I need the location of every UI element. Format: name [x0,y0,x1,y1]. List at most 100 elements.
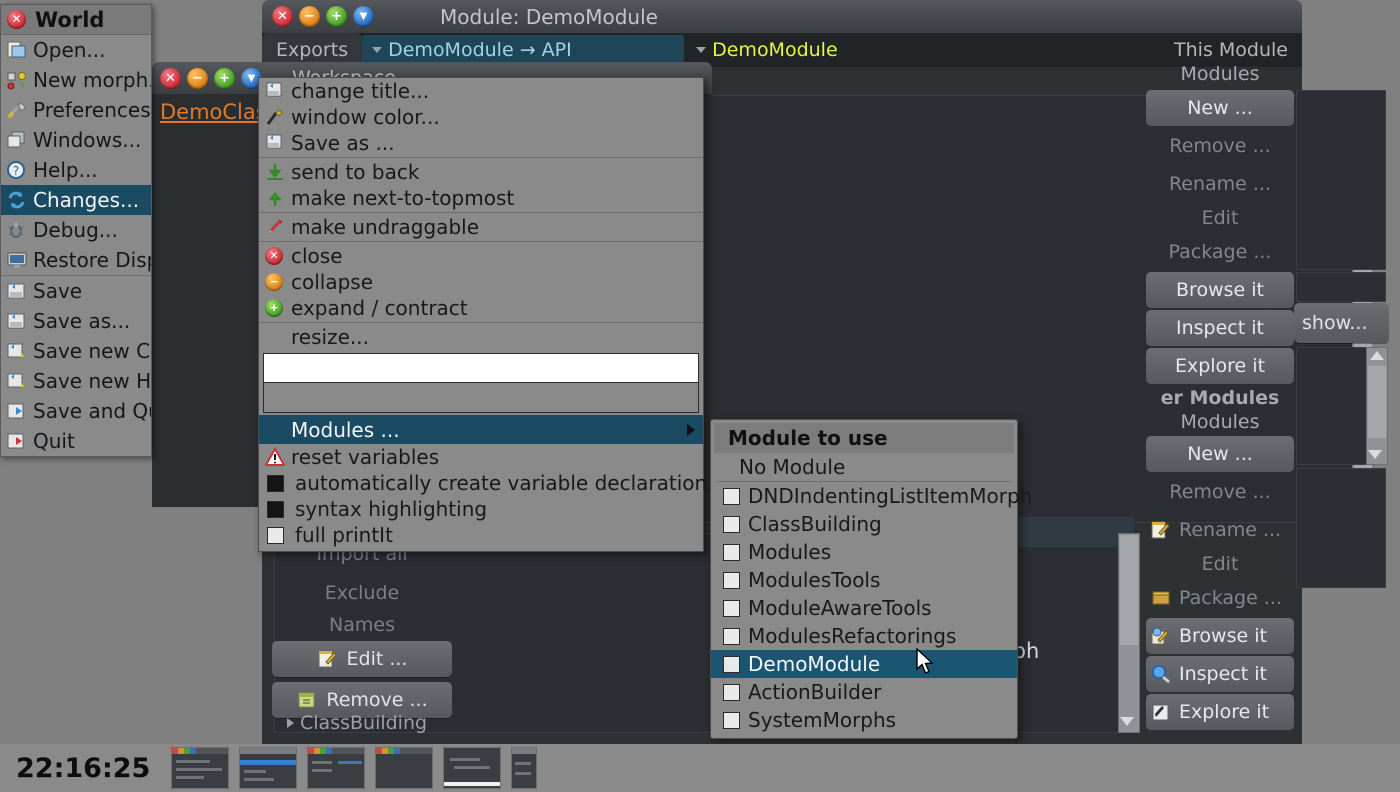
scrollbar-thumb[interactable] [1120,535,1138,645]
modules-inspect-button-1[interactable]: Inspect it [1146,310,1294,346]
tree-item-classbuilding[interactable]: ClassBuilding [287,712,427,734]
submenu-item-actionbuilder[interactable]: ActionBuilder [711,678,1017,706]
ctx-close[interactable]: ✕ close [259,243,703,269]
scroll-down-icon[interactable] [1120,717,1134,726]
submenu-item-modules[interactable]: Modules [711,538,1017,566]
world-menu-item-save-and-quit[interactable]: Save and Qu [1,396,151,426]
scroll-up-icon[interactable] [1370,351,1384,360]
checkbox-unchecked-icon[interactable] [723,599,740,617]
modules-package-button-2[interactable]: Package ... [1146,580,1294,616]
ctx-secondary-field[interactable] [263,383,699,413]
world-menu-item-debug[interactable]: Debug... [1,215,151,245]
modules-remove-button-1[interactable]: Remove ... [1146,128,1294,164]
modules-rename-button-1[interactable]: Rename ... [1146,166,1294,202]
checkbox-unchecked-icon[interactable] [723,627,740,645]
ctx-window-color[interactable]: window color... [259,104,703,130]
expand-button[interactable]: + [326,6,347,27]
modules-new-button-2[interactable]: New ... [1146,436,1294,472]
modules-browse-button-2[interactable]: Browse it [1146,618,1294,654]
right-side-panel-bottom[interactable] [1296,468,1386,588]
submenu-item-modulestools[interactable]: ModulesTools [711,566,1017,594]
world-menu-item-new-morph[interactable]: New morph... [1,65,151,95]
world-menu-item-save-as[interactable]: Save as... [1,306,151,336]
checkbox-unchecked-icon[interactable] [723,543,740,561]
modules-inspect-button-2[interactable]: Inspect it [1146,656,1294,692]
ctx-send-to-back[interactable]: send to back [259,159,703,185]
ctx-collapse[interactable]: − collapse [259,269,703,295]
submenu-no-module[interactable]: No Module [711,453,1017,481]
world-menu-item-save-new-cu[interactable]: Save new Cu [1,336,151,366]
ctx-auto-create-var-decl[interactable]: automatically create variable declaratio… [259,470,707,496]
ctx-save-as[interactable]: Save as ... [259,130,703,156]
submenu-item-modulesrefactorings[interactable]: ModulesRefactorings [711,622,1017,650]
right-side-panel-strip[interactable] [1296,272,1386,302]
submenu-item-demomodule[interactable]: DemoModule [711,650,1017,678]
modules-remove-button-2[interactable]: Remove ... [1146,474,1294,510]
ctx-reset-variables[interactable]: reset variables [259,444,703,470]
checkbox-unchecked-icon[interactable] [723,683,740,701]
modules-browse-button-1[interactable]: Browse it [1146,272,1294,308]
checkbox-checked-icon[interactable] [267,500,284,518]
submenu-item-moduleawaretools[interactable]: ModuleAwareTools [711,594,1017,622]
world-menu-item-quit[interactable]: Quit [1,426,151,456]
edit-button[interactable]: Edit ... [272,641,452,677]
collapse-button[interactable]: − [187,67,208,89]
ctx-modules-submenu[interactable]: Modules ... [259,415,703,444]
collapse-button[interactable]: − [299,6,320,27]
checkbox-unchecked-icon[interactable] [723,515,740,533]
lower-panel-scrollbar[interactable] [1118,533,1140,733]
world-menu-item-open[interactable]: Open... [1,35,151,65]
world-menu-item-changes[interactable]: Changes... [1,185,151,215]
modules-explore-button-1[interactable]: Explore it [1146,348,1294,384]
taskbar-thumbnail-3[interactable] [307,747,366,789]
world-menu-item-windows[interactable]: Windows... [1,125,151,155]
right-side-scrollbar[interactable] [1366,347,1388,465]
world-menu[interactable]: ✕ World Open... New morph... Preferences… [0,4,152,457]
right-side-panel-top[interactable] [1296,90,1386,270]
close-button[interactable]: ✕ [272,6,293,27]
taskbar-thumbnail-5[interactable] [443,747,502,789]
taskbar-thumbnail-1[interactable] [171,747,230,789]
modules-package-button-1[interactable]: Package ... [1146,234,1294,270]
scrollbar-thumb[interactable] [1368,366,1386,438]
checkbox-unchecked-icon[interactable] [723,487,740,505]
submenu-item-dndindentinglistitemmorph[interactable]: DNDIndentingListItemMorph [711,482,1032,510]
ctx-syntax-highlighting[interactable]: syntax highlighting [259,496,703,522]
world-menu-item-help[interactable]: ? Help... [1,155,151,185]
taskbar-thumbnail-4[interactable] [375,747,434,789]
show-button[interactable]: show... [1294,303,1389,343]
checkbox-unchecked-icon[interactable] [723,655,740,673]
window-context-menu[interactable]: change title... window color... Save as … [258,77,707,552]
taskbar-thumbnail-2[interactable] [239,747,298,789]
close-button[interactable]: ✕ [160,67,181,89]
modules-explore-button-2[interactable]: Explore it [1146,694,1294,730]
modules-rename-button-2[interactable]: Rename ... [1146,512,1294,548]
taskbar[interactable]: 22:16:25 [0,744,1400,792]
world-menu-item-preferences[interactable]: Preferences... [1,95,151,125]
submenu-item-classbuilding[interactable]: ClassBuilding [711,510,1017,538]
submenu-item-systemmorphs[interactable]: SystemMorphs [711,706,1017,734]
modules-new-button-1[interactable]: New ... [1146,90,1294,126]
ctx-change-title[interactable]: change title... [259,78,703,104]
ctx-resize[interactable]: resize... [259,324,703,350]
scroll-down-icon[interactable] [1368,450,1382,459]
ctx-full-printit[interactable]: full printIt [259,522,703,548]
close-icon[interactable]: ✕ [7,10,26,29]
menu-button[interactable]: ▼ [353,6,374,27]
checkbox-unchecked-icon[interactable] [723,711,740,729]
expand-button[interactable]: + [214,67,235,89]
world-menu-item-save[interactable]: Save [1,276,151,306]
ctx-text-input[interactable] [263,353,699,383]
checkbox-unchecked-icon[interactable] [267,526,284,544]
module-name-dropdown[interactable]: DemoModule [686,35,987,65]
module-window-titlebar[interactable]: ✕ − + ▼ Module: DemoModule [262,0,1302,33]
checkbox-checked-icon[interactable] [267,474,284,492]
taskbar-thumbnail-6[interactable] [511,747,538,789]
ctx-make-undraggable[interactable]: make undraggable [259,214,703,240]
world-menu-item-save-new-ha[interactable]: Save new Ha [1,366,151,396]
ctx-make-next-to-topmost[interactable]: make next-to-topmost [259,185,703,211]
ctx-expand-contract[interactable]: + expand / contract [259,295,703,321]
module-api-dropdown[interactable]: DemoModule → API [362,35,685,65]
exclude-button[interactable]: Exclude [272,576,452,610]
checkbox-unchecked-icon[interactable] [723,571,740,589]
